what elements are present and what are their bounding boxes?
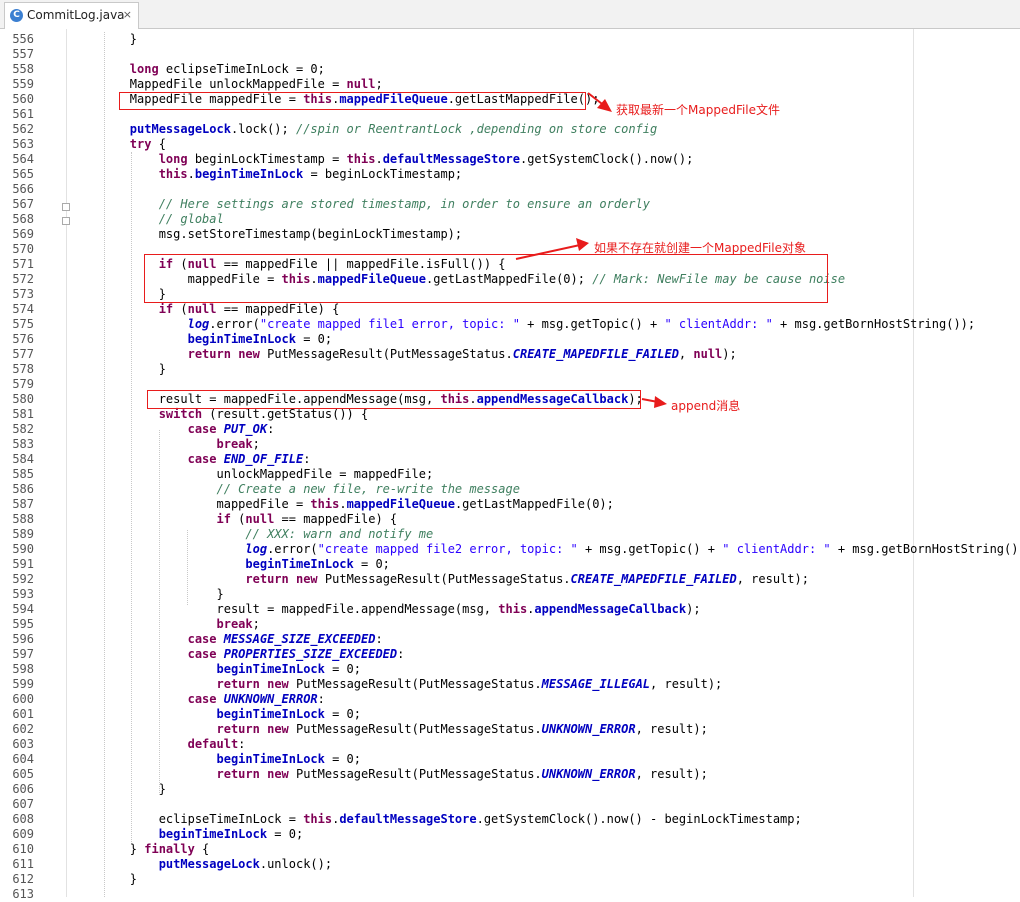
arrow-head-icon	[654, 396, 667, 408]
annotation-get-latest-mapped-file: 获取最新一个MappedFile文件	[616, 103, 781, 117]
annotation-arrows	[515, 92, 667, 408]
annotation-create-mapped-file: 如果不存在就创建一个MappedFile对象	[594, 241, 807, 255]
arrow-icon	[515, 244, 581, 260]
arrow-head-icon	[576, 238, 589, 251]
annotation-append-message: append消息	[671, 399, 741, 413]
